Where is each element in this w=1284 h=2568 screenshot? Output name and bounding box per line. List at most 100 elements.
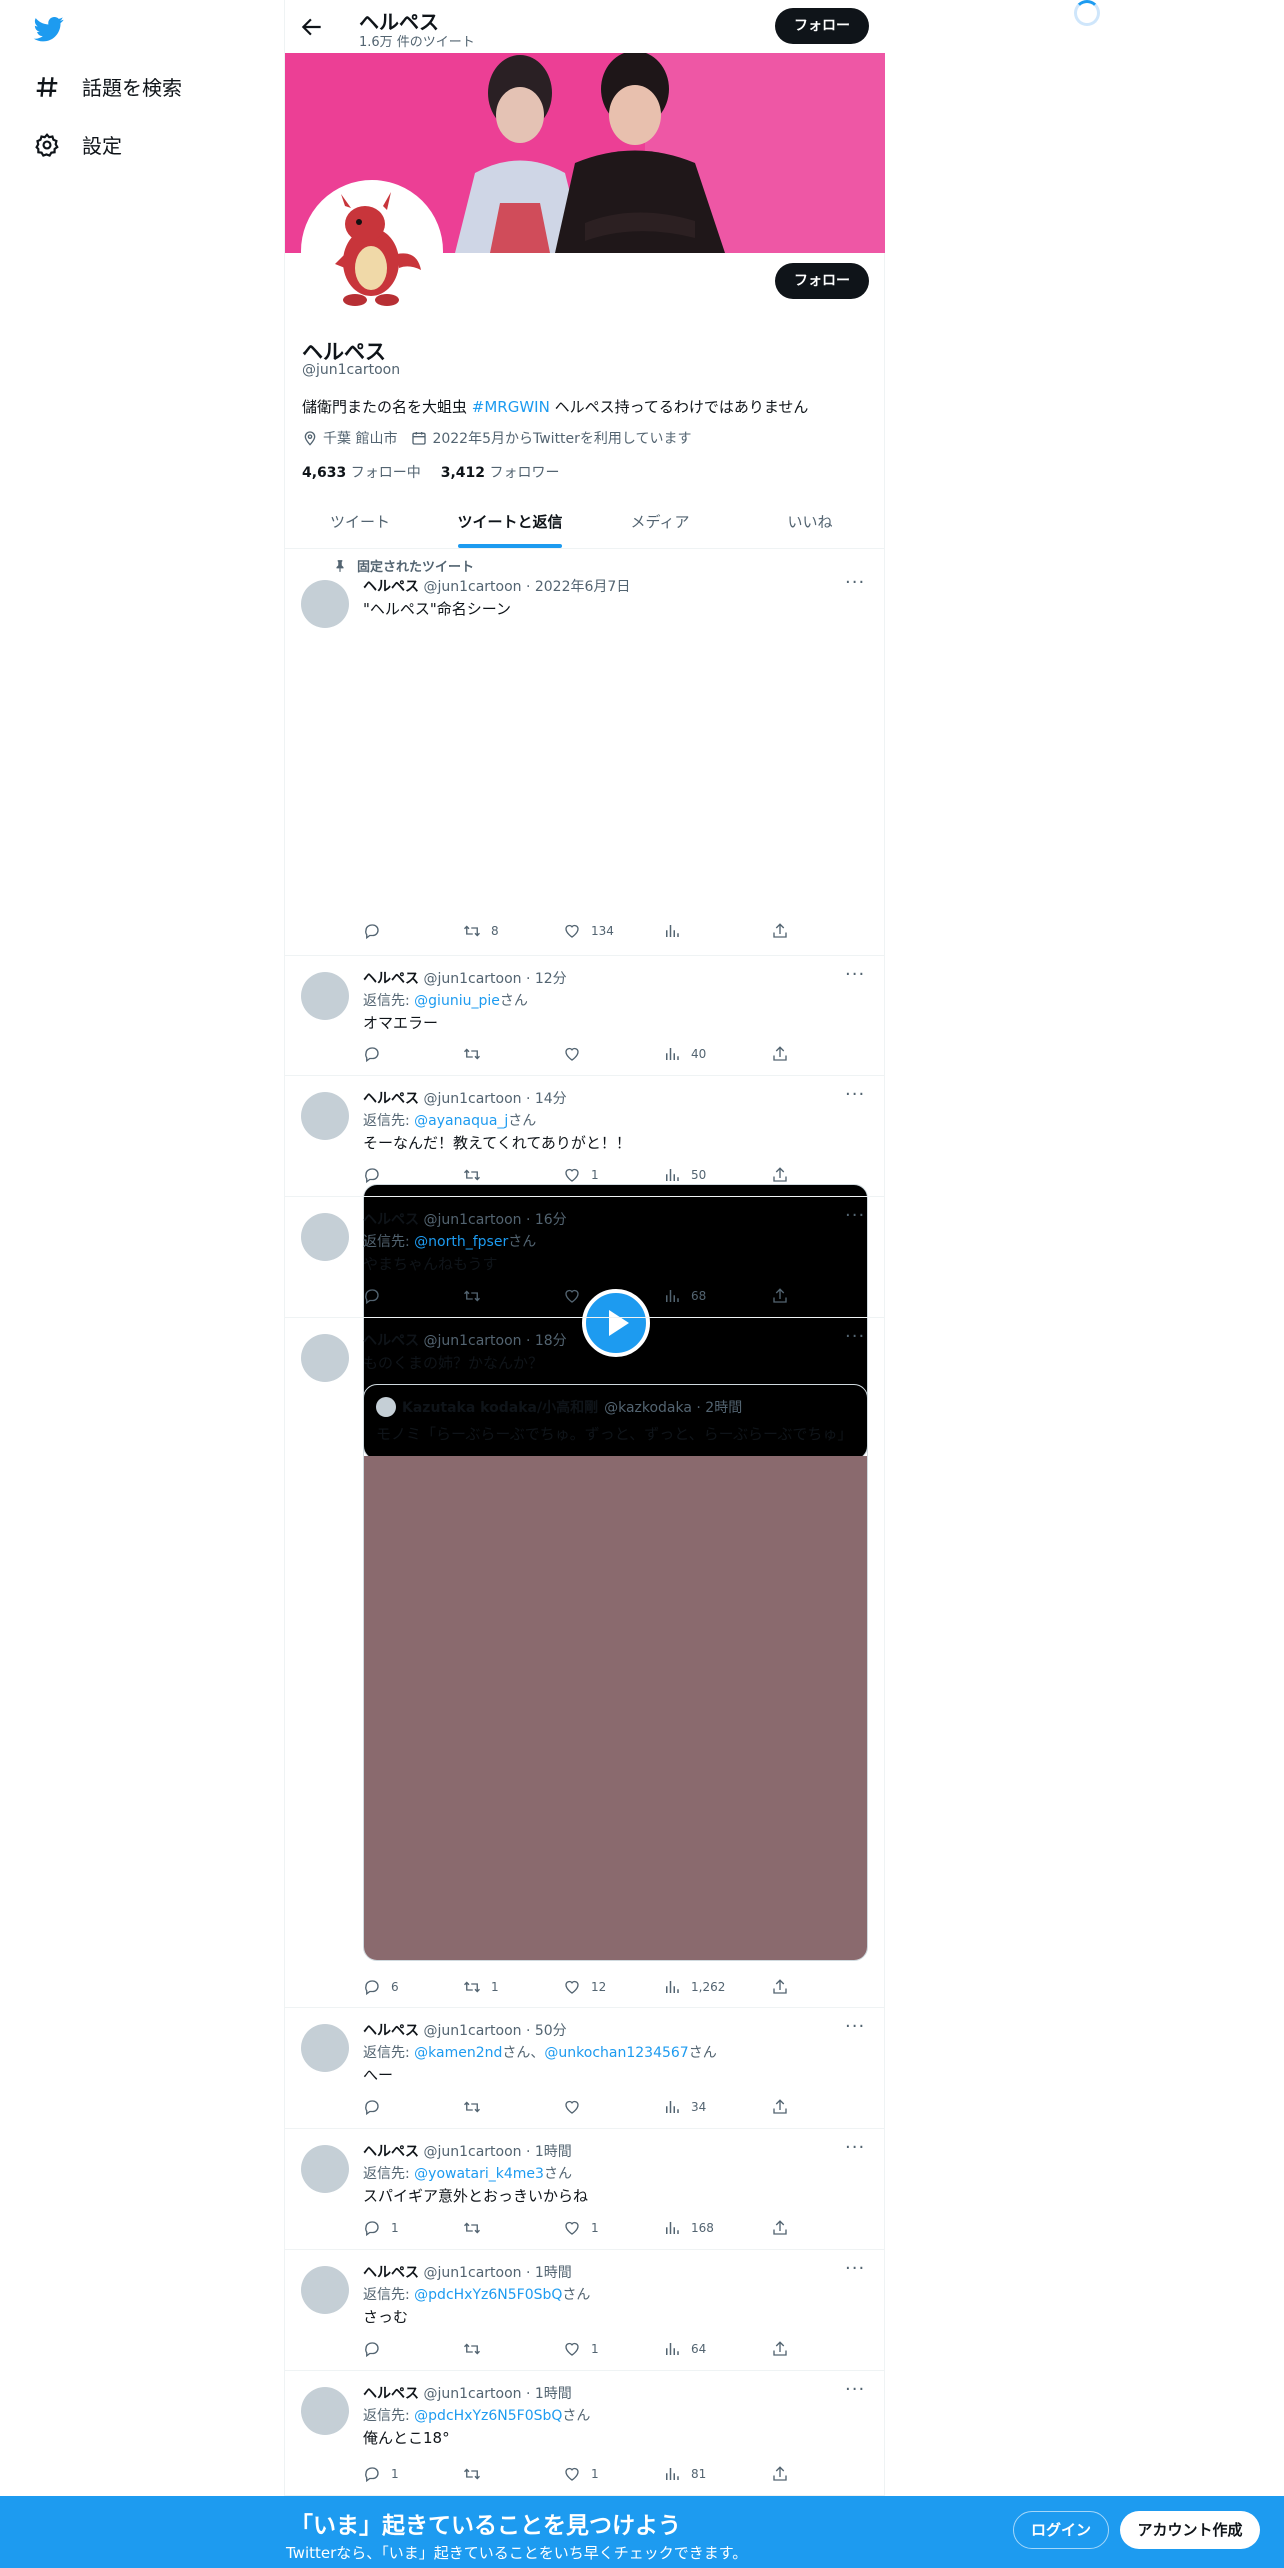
reply-mention-link[interactable]: @ayanaqua_j	[414, 1113, 508, 1129]
tweet-author-name[interactable]: ヘルペス	[363, 2144, 419, 2160]
retweet-action[interactable]	[463, 2465, 491, 2483]
reply-action[interactable]: 6	[363, 1978, 399, 1996]
retweet-action[interactable]	[463, 1287, 491, 1305]
heart-action[interactable]: 1	[563, 2465, 599, 2483]
retweet-action[interactable]	[463, 1166, 491, 1184]
login-button[interactable]: ログイン	[1013, 2511, 1109, 2549]
heart-action[interactable]: 1	[563, 2340, 599, 2358]
views-chart-action[interactable]: 68	[663, 1287, 706, 1305]
heart-action[interactable]: 12	[563, 1978, 606, 1996]
reply-mention-link[interactable]: @pdcHxYz6N5F0SbQ	[414, 2287, 562, 2303]
heart-action[interactable]: 134	[563, 922, 614, 940]
reply-mention-link[interactable]: @giuniu_pie	[414, 993, 500, 1009]
reply-mention-link[interactable]: @north_fpser	[414, 1234, 508, 1250]
retweet-action[interactable]: 8	[463, 922, 499, 940]
tweet-avatar[interactable]	[301, 1334, 349, 1382]
views-chart-action[interactable]: 40	[663, 1045, 706, 1063]
tweet-avatar[interactable]	[301, 2266, 349, 2314]
retweet-action[interactable]	[463, 2219, 491, 2237]
views-chart-action[interactable]: 81	[663, 2465, 706, 2483]
tweet-avatar[interactable]	[301, 2145, 349, 2193]
header-follow-button[interactable]: フォロー	[775, 8, 869, 44]
tab-media[interactable]: メディア	[585, 496, 735, 548]
share-action[interactable]	[771, 1045, 789, 1063]
tweet[interactable]: ヘルペス @jun1cartoon · 14分 ··· 返信先: @ayanaqua…	[285, 1076, 885, 1197]
tweet-avatar[interactable]	[301, 2387, 349, 2435]
share-action[interactable]	[771, 1287, 789, 1305]
tweet-author-name[interactable]: ヘルペス	[363, 971, 419, 987]
more-options-icon[interactable]: ···	[845, 964, 865, 985]
heart-action[interactable]	[563, 1287, 591, 1305]
tweet-avatar[interactable]	[301, 1213, 349, 1261]
bio-hashtag-link[interactable]: #MRGWIN	[472, 398, 550, 416]
tweet[interactable]: ヘルペス @jun1cartoon · 1時間 ··· 返信先: @pdcHxYz6…	[285, 2371, 885, 2496]
nav-explore[interactable]: 話題を検索	[34, 72, 182, 101]
profile-avatar[interactable]	[301, 180, 443, 322]
more-options-icon[interactable]: ···	[845, 2379, 865, 2400]
reply-action[interactable]	[363, 1166, 391, 1184]
tweet-author-name[interactable]: ヘルペス	[363, 1212, 419, 1228]
share-action[interactable]	[771, 1166, 789, 1184]
back-arrow-icon[interactable]	[299, 14, 325, 40]
tweet[interactable]: ヘルペス @jun1cartoon · 2022年6月7日 ··· "ヘルペス"命名…	[285, 550, 885, 1460]
share-action[interactable]	[771, 2098, 789, 2116]
tweet[interactable]: ヘルペス @jun1cartoon · 16分 ··· 返信先: @north_fp…	[285, 1197, 885, 1318]
reply-action[interactable]	[363, 1045, 391, 1063]
share-action[interactable]	[771, 922, 789, 940]
reply-mention-link[interactable]: @kamen2nd	[414, 2045, 502, 2061]
heart-action[interactable]	[563, 1045, 591, 1063]
tab-likes[interactable]: いいね	[735, 496, 885, 548]
reply-action[interactable]	[363, 922, 391, 940]
tweet-author-name[interactable]: ヘルペス	[363, 1333, 419, 1349]
heart-action[interactable]: 1	[563, 2219, 599, 2237]
tab-tweets-and-replies[interactable]: ツイートと返信	[435, 496, 585, 548]
views-chart-action[interactable]: 168	[663, 2219, 714, 2237]
reply-mention-link[interactable]: @pdcHxYz6N5F0SbQ	[414, 2408, 562, 2424]
reply-action[interactable]	[363, 1287, 391, 1305]
twitter-logo-icon[interactable]	[32, 14, 66, 44]
more-options-icon[interactable]: ···	[845, 1084, 865, 1105]
tweet-avatar[interactable]	[301, 2024, 349, 2072]
tweet-avatar[interactable]	[301, 972, 349, 1020]
quoted-tweet[interactable]: Kazutaka kodaka/小高和剛 @kazkodaka · 2時間 モノミ「…	[363, 1384, 868, 1961]
share-action[interactable]	[771, 2219, 789, 2237]
retweet-action[interactable]	[463, 2098, 491, 2116]
more-options-icon[interactable]: ···	[845, 1205, 865, 1226]
reply-action[interactable]	[363, 2340, 391, 2358]
tweet[interactable]: ヘルペス @jun1cartoon · 12分 ··· 返信先: @giuniu_p…	[285, 956, 885, 1076]
more-options-icon[interactable]: ···	[845, 2137, 865, 2158]
more-options-icon[interactable]: ···	[845, 2258, 865, 2279]
more-options-icon[interactable]: ···	[845, 572, 865, 593]
tweet[interactable]: ヘルペス @jun1cartoon · 1時間 ··· 返信先: @pdcHxYz6…	[285, 2250, 885, 2371]
tweet-author-name[interactable]: ヘルペス	[363, 2023, 419, 2039]
views-chart-action[interactable]: 64	[663, 2340, 706, 2358]
reply-action[interactable]	[363, 2098, 391, 2116]
views-chart-action[interactable]	[663, 922, 691, 940]
tweet-avatar[interactable]	[301, 1092, 349, 1140]
reply-mention-link[interactable]: @yowatari_k4me3	[414, 2166, 544, 2182]
more-options-icon[interactable]: ···	[845, 2016, 865, 2037]
heart-action[interactable]	[563, 2098, 591, 2116]
nav-settings[interactable]: 設定	[34, 130, 122, 159]
tweet-author-name[interactable]: ヘルペス	[363, 579, 419, 595]
tweet-avatar[interactable]	[301, 580, 349, 628]
share-action[interactable]	[771, 2465, 789, 2483]
signup-button[interactable]: アカウント作成	[1120, 2511, 1260, 2549]
tweet-author-name[interactable]: ヘルペス	[363, 2265, 419, 2281]
views-chart-action[interactable]: 50	[663, 1166, 706, 1184]
reply-action[interactable]: 1	[363, 2219, 399, 2237]
tweet-author-name[interactable]: ヘルペス	[363, 2386, 419, 2402]
tweet[interactable]: ヘルペス @jun1cartoon · 18分 ··· ものくまの姉？かなんか？ Ka…	[285, 1318, 885, 2008]
reply-mention-link-2[interactable]: @unkochan1234567	[544, 2045, 688, 2061]
share-action[interactable]	[771, 2340, 789, 2358]
retweet-action[interactable]: 1	[463, 1978, 499, 1996]
retweet-action[interactable]	[463, 1045, 491, 1063]
tweet[interactable]: ヘルペス @jun1cartoon · 1時間 ··· 返信先: @yowatari…	[285, 2129, 885, 2250]
quote-image[interactable]	[364, 1456, 867, 1960]
share-action[interactable]	[771, 1978, 789, 1996]
views-chart-action[interactable]: 34	[663, 2098, 706, 2116]
following-link[interactable]: 4,633 フォロー中	[302, 462, 421, 482]
views-chart-action[interactable]: 1,262	[663, 1978, 725, 1996]
tab-tweets[interactable]: ツイート	[285, 496, 435, 548]
tweet-author-name[interactable]: ヘルペス	[363, 1091, 419, 1107]
